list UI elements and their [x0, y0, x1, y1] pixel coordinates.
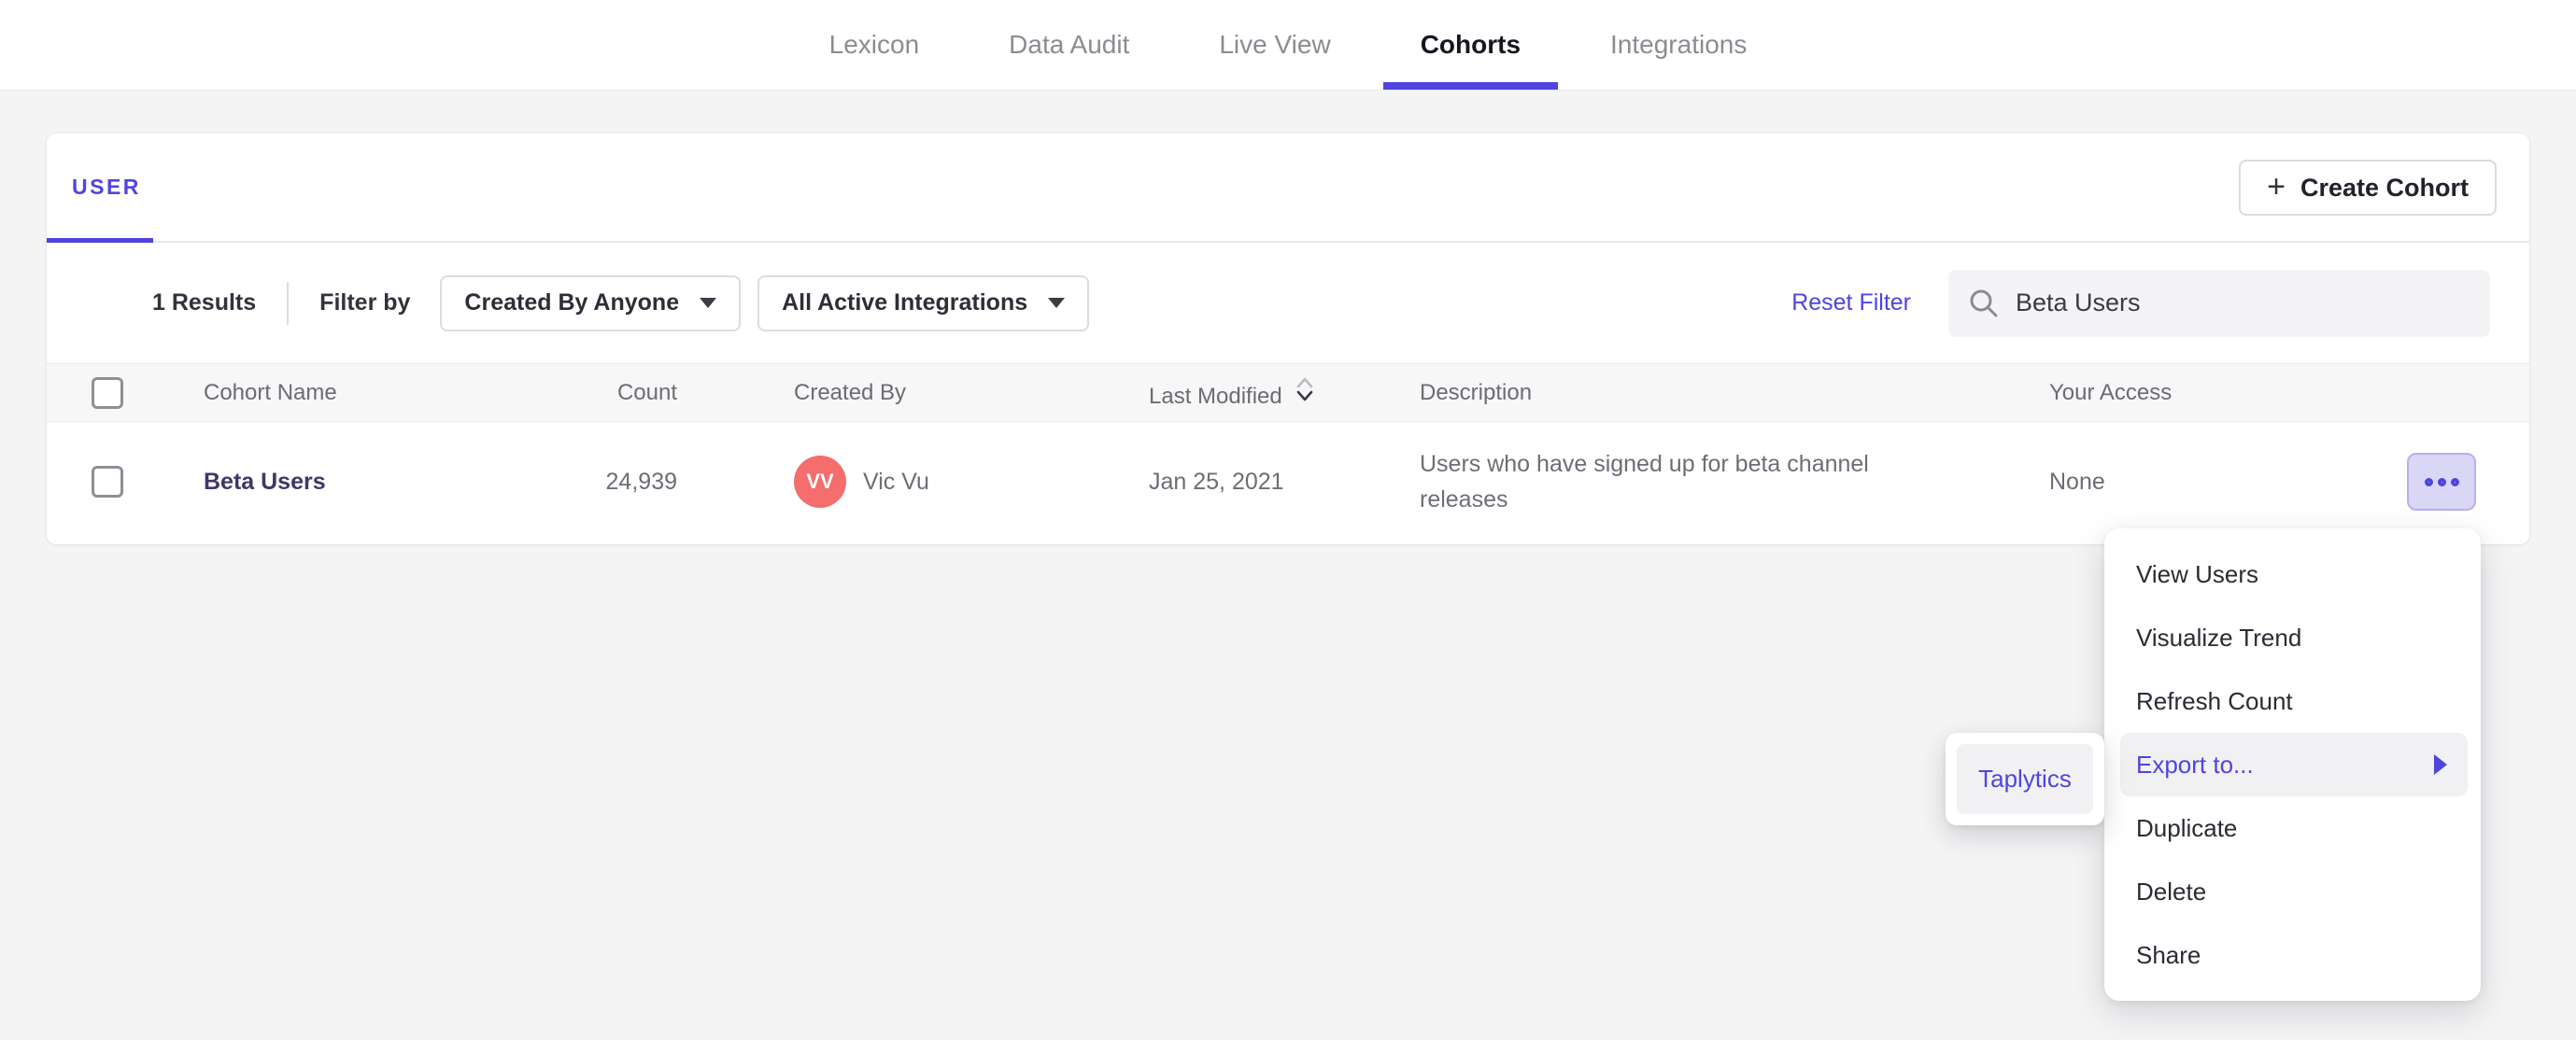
filter-toolbar: 1 Results Filter by Created By Anyone Al…	[47, 243, 2529, 363]
sort-icon	[1297, 377, 1313, 401]
menu-item-share[interactable]: Share	[2104, 923, 2481, 987]
nav-item-data-audit[interactable]: Data Audit	[1005, 0, 1133, 90]
create-cohort-button[interactable]: + Create Cohort	[2239, 160, 2497, 216]
vertical-divider	[287, 281, 290, 325]
select-all-checkbox[interactable]	[92, 376, 123, 409]
header-last-modified-label: Last Modified	[1149, 384, 1282, 409]
header-count: Count	[616, 379, 677, 405]
cohort-name-link[interactable]: Beta Users	[204, 469, 559, 496]
ellipsis-icon	[2450, 477, 2459, 486]
filter-by-label: Filter by	[319, 289, 411, 316]
tab-user[interactable]: USER	[72, 134, 141, 241]
created-by-dropdown-value: Created By Anyone	[464, 289, 680, 316]
created-by-name: Vic Vu	[863, 468, 929, 495]
menu-item-delete[interactable]: Delete	[2104, 860, 2481, 923]
menu-item-export-to[interactable]: Export to...	[2120, 733, 2468, 796]
ellipsis-icon	[2437, 477, 2446, 486]
header-created-by: Created By	[794, 379, 907, 405]
integrations-dropdown-value: All Active Integrations	[782, 289, 1028, 316]
top-navigation: Lexicon Data Audit Live View Cohorts Int…	[0, 0, 2576, 91]
plus-icon: +	[2267, 168, 2286, 204]
submenu-item-taplytics[interactable]: Taplytics	[1957, 744, 2093, 814]
integrations-dropdown[interactable]: All Active Integrations	[757, 274, 1090, 331]
header-last-modified[interactable]: Last Modified	[1149, 375, 1420, 410]
avatar: VV	[794, 456, 846, 508]
table-header: Cohort Name Count Created By Last Modifi…	[47, 363, 2529, 422]
row-actions-button[interactable]	[2407, 453, 2476, 511]
ellipsis-icon	[2424, 477, 2433, 486]
nav-item-live-view[interactable]: Live View	[1215, 0, 1334, 90]
nav-item-integrations[interactable]: Integrations	[1606, 0, 1750, 90]
cohorts-card: USER + Create Cohort 1 Results Filter by…	[47, 134, 2529, 544]
created-by-dropdown[interactable]: Created By Anyone	[440, 274, 742, 331]
cohort-description: Users who have signed up for beta channe…	[1420, 451, 1869, 513]
header-cohort-name: Cohort Name	[204, 379, 337, 405]
table-row: Beta Users 24,939 VV Vic Vu Jan 25, 2021…	[47, 422, 2529, 541]
tab-user-underline	[47, 238, 153, 243]
chevron-down-icon	[1048, 298, 1066, 308]
row-checkbox[interactable]	[92, 466, 123, 498]
menu-item-visualize-trend[interactable]: Visualize Trend	[2104, 606, 2481, 669]
export-submenu: Taplytics	[1946, 733, 2104, 825]
nav-item-lexicon[interactable]: Lexicon	[826, 0, 924, 90]
chevron-down-icon	[700, 298, 717, 308]
results-count: 1 Results	[152, 289, 257, 316]
your-access-value: None	[2049, 468, 2105, 495]
triangle-right-icon	[2434, 754, 2447, 775]
cohort-type-tabs: USER + Create Cohort	[47, 134, 2529, 243]
search-box	[1948, 269, 2490, 337]
last-modified-date: Jan 25, 2021	[1149, 468, 1284, 495]
menu-item-duplicate[interactable]: Duplicate	[2104, 796, 2481, 860]
create-cohort-label: Create Cohort	[2300, 173, 2469, 202]
nav-item-cohorts[interactable]: Cohorts	[1382, 0, 1559, 90]
cohort-count: 24,939	[605, 468, 677, 495]
reset-filter-link[interactable]: Reset Filter	[1791, 289, 1911, 316]
search-input[interactable]	[2016, 288, 2471, 317]
row-actions-menu: View Users Visualize Trend Refresh Count…	[2104, 528, 2481, 1001]
search-icon	[1970, 289, 1998, 316]
header-description: Description	[1420, 379, 1533, 405]
menu-item-export-to-label: Export to...	[2136, 750, 2254, 779]
menu-item-refresh-count[interactable]: Refresh Count	[2104, 669, 2481, 733]
header-your-access: Your Access	[2049, 379, 2173, 405]
menu-item-view-users[interactable]: View Users	[2104, 542, 2481, 606]
